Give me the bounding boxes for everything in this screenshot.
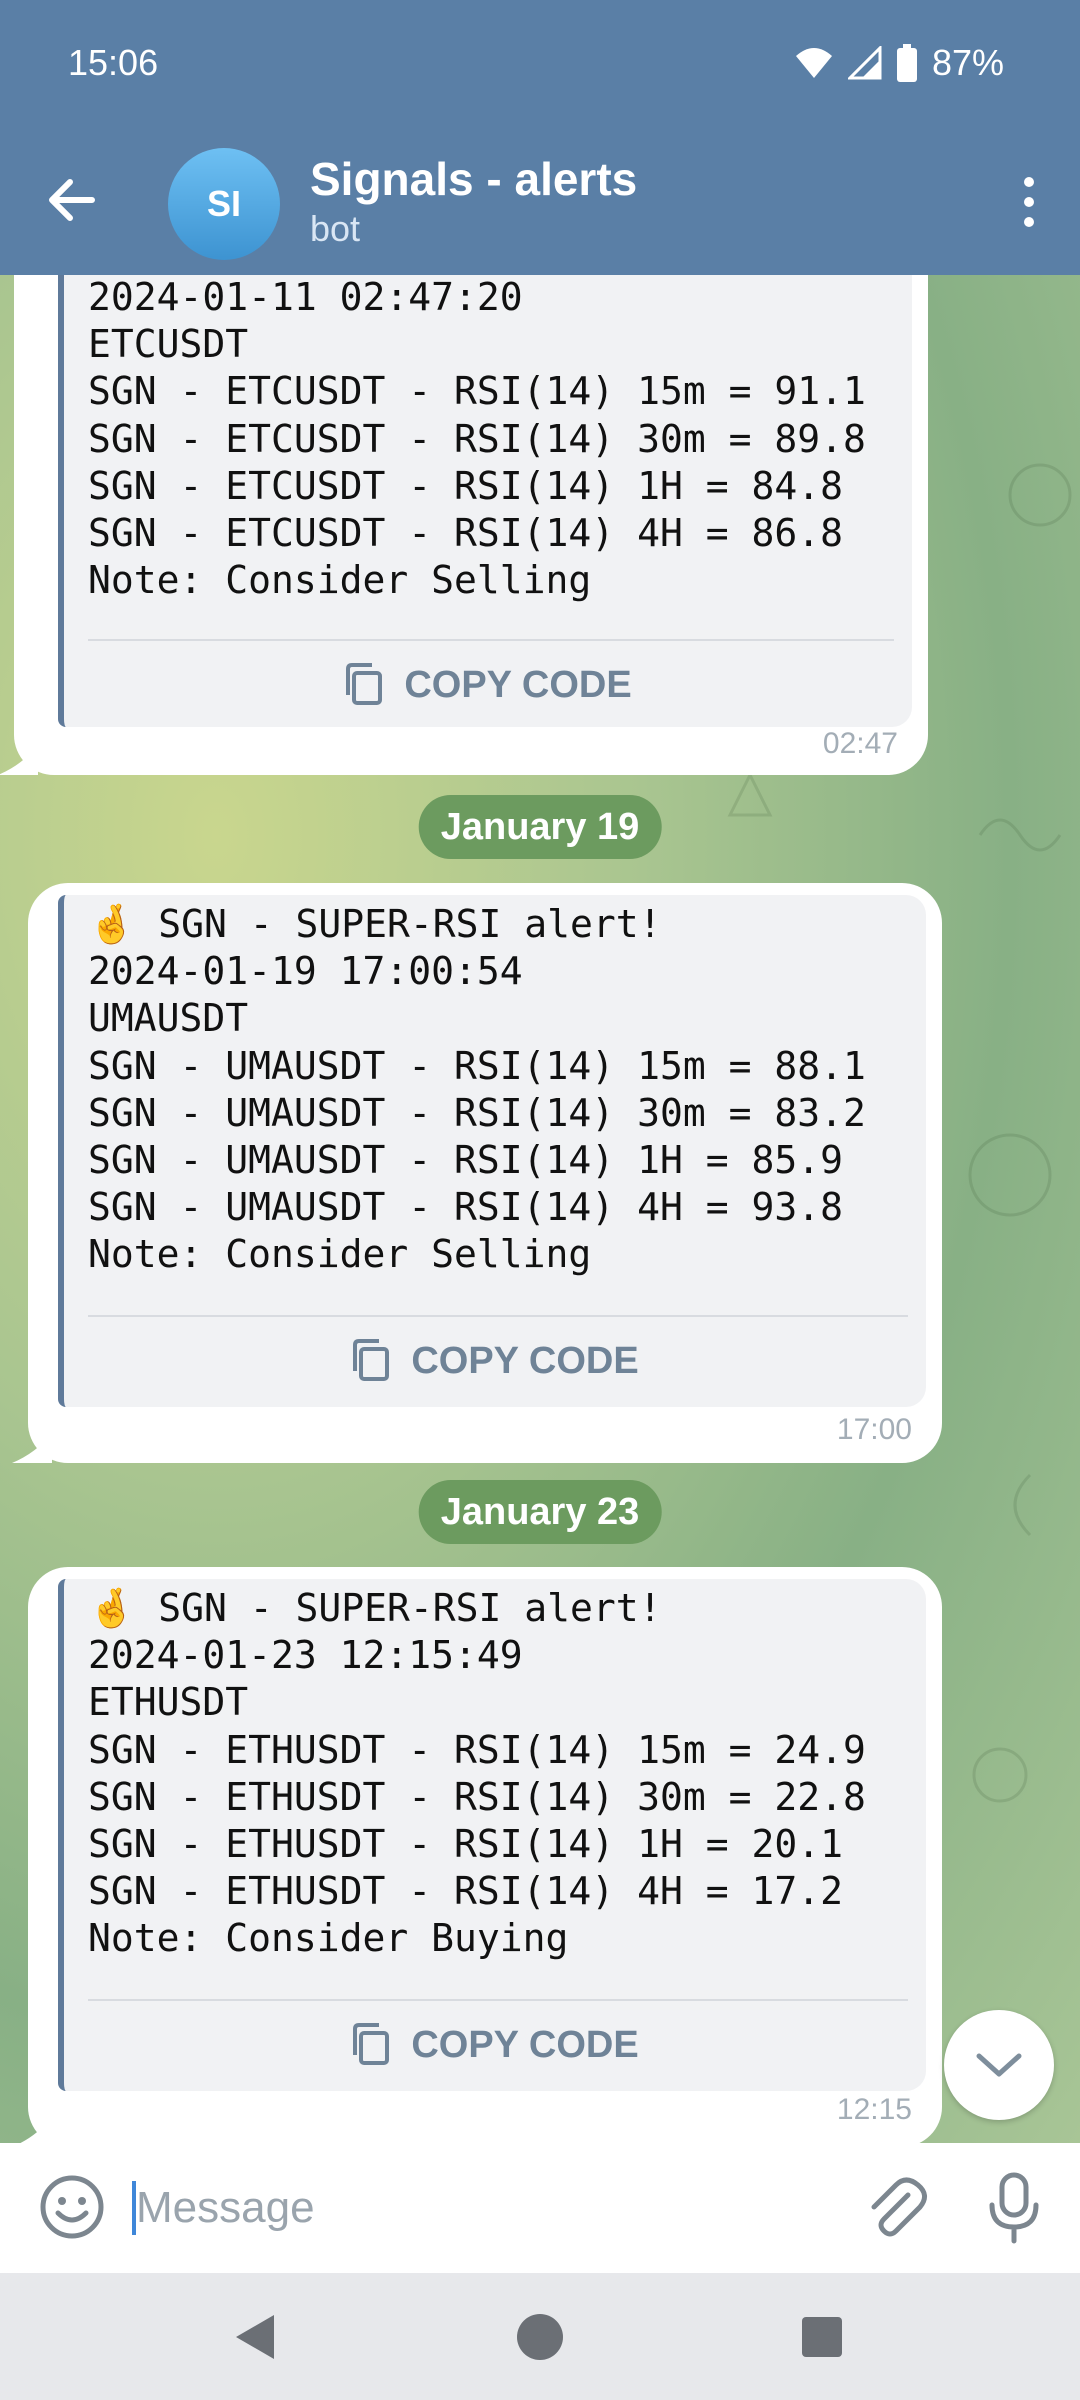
code-divider <box>88 639 894 641</box>
status-bar: 15:06 87% <box>0 0 1080 128</box>
nav-recents-icon[interactable] <box>792 2307 852 2367</box>
code-text: 🤞 SGN - SUPER-RSI alert! 2024-01-19 17:0… <box>88 902 866 1277</box>
emoji-icon[interactable] <box>38 2173 106 2241</box>
copy-code-label: COPY CODE <box>404 663 632 706</box>
message-time: 12:15 <box>836 2093 912 2126</box>
more-vert-icon[interactable] <box>1004 172 1054 232</box>
message-bubble[interactable]: 2024-01-11 02:47:20 ETCUSDT SGN - ETCUSD… <box>0 275 928 775</box>
attach-icon[interactable] <box>860 2173 930 2243</box>
code-block: 🤞 SGN - SUPER-RSI alert! 2024-01-23 12:1… <box>58 1579 926 2091</box>
copy-icon <box>346 663 383 705</box>
bubble-tail <box>12 1433 52 1463</box>
top-bar: 15:06 87% SI Signals - alerts bot <box>0 0 1080 275</box>
copy-code-label: COPY CODE <box>411 1339 639 1382</box>
battery-icon <box>896 44 917 82</box>
back-arrow-icon[interactable] <box>40 168 104 232</box>
wifi-icon <box>795 48 832 78</box>
message-bubble[interactable]: 🤞 SGN - SUPER-RSI alert! 2024-01-23 12:1… <box>20 1567 942 2143</box>
copy-code-button[interactable]: COPY CODE <box>64 2003 926 2087</box>
message-bubble[interactable]: 🤞 SGN - SUPER-RSI alert! 2024-01-19 17:0… <box>12 883 942 1463</box>
battery-percent: 87% <box>931 42 1004 83</box>
code-text: 🤞 SGN - SUPER-RSI alert! 2024-01-23 12:1… <box>88 1586 866 1961</box>
message-time: 02:47 <box>822 727 898 760</box>
signal-icon <box>847 46 882 80</box>
copy-code-label: COPY CODE <box>411 2023 639 2066</box>
copy-code-button[interactable]: COPY CODE <box>64 1319 926 1403</box>
avatar[interactable]: SI <box>168 148 280 260</box>
status-time: 15:06 <box>68 42 159 83</box>
copy-icon <box>353 2023 390 2065</box>
system-icons: 87% <box>794 42 1004 84</box>
copy-icon <box>353 1339 390 1381</box>
scroll-to-bottom-button[interactable] <box>944 2010 1054 2120</box>
message-time: 17:00 <box>836 1413 912 1446</box>
bubble-tail <box>20 2117 52 2143</box>
chevron-down-icon <box>976 2053 1022 2077</box>
mic-icon[interactable] <box>984 2171 1044 2245</box>
date-separator: January 19 <box>418 795 662 859</box>
code-divider <box>88 1999 908 2001</box>
copy-code-button[interactable]: COPY CODE <box>64 643 912 727</box>
message-input-bar <box>0 2143 1080 2273</box>
system-nav-bar <box>0 2273 1080 2400</box>
chat-subtitle: bot <box>310 208 361 249</box>
code-block: 🤞 SGN - SUPER-RSI alert! 2024-01-19 17:0… <box>58 895 926 1407</box>
code-block: 2024-01-11 02:47:20 ETCUSDT SGN - ETCUSD… <box>58 275 912 727</box>
chat-title[interactable]: Signals - alerts <box>310 152 637 206</box>
chat-area[interactable]: 2024-01-11 02:47:20 ETCUSDT SGN - ETCUSD… <box>0 275 1080 2143</box>
app-bar: SI Signals - alerts bot <box>0 128 1080 275</box>
code-text: 2024-01-11 02:47:20 ETCUSDT SGN - ETCUSD… <box>88 275 866 603</box>
code-divider <box>88 1315 908 1317</box>
date-separator: January 23 <box>418 1480 662 1544</box>
nav-home-icon[interactable] <box>510 2307 570 2367</box>
bubble-tail <box>0 745 38 775</box>
message-input[interactable] <box>132 2171 832 2245</box>
nav-back-icon[interactable] <box>228 2307 288 2367</box>
